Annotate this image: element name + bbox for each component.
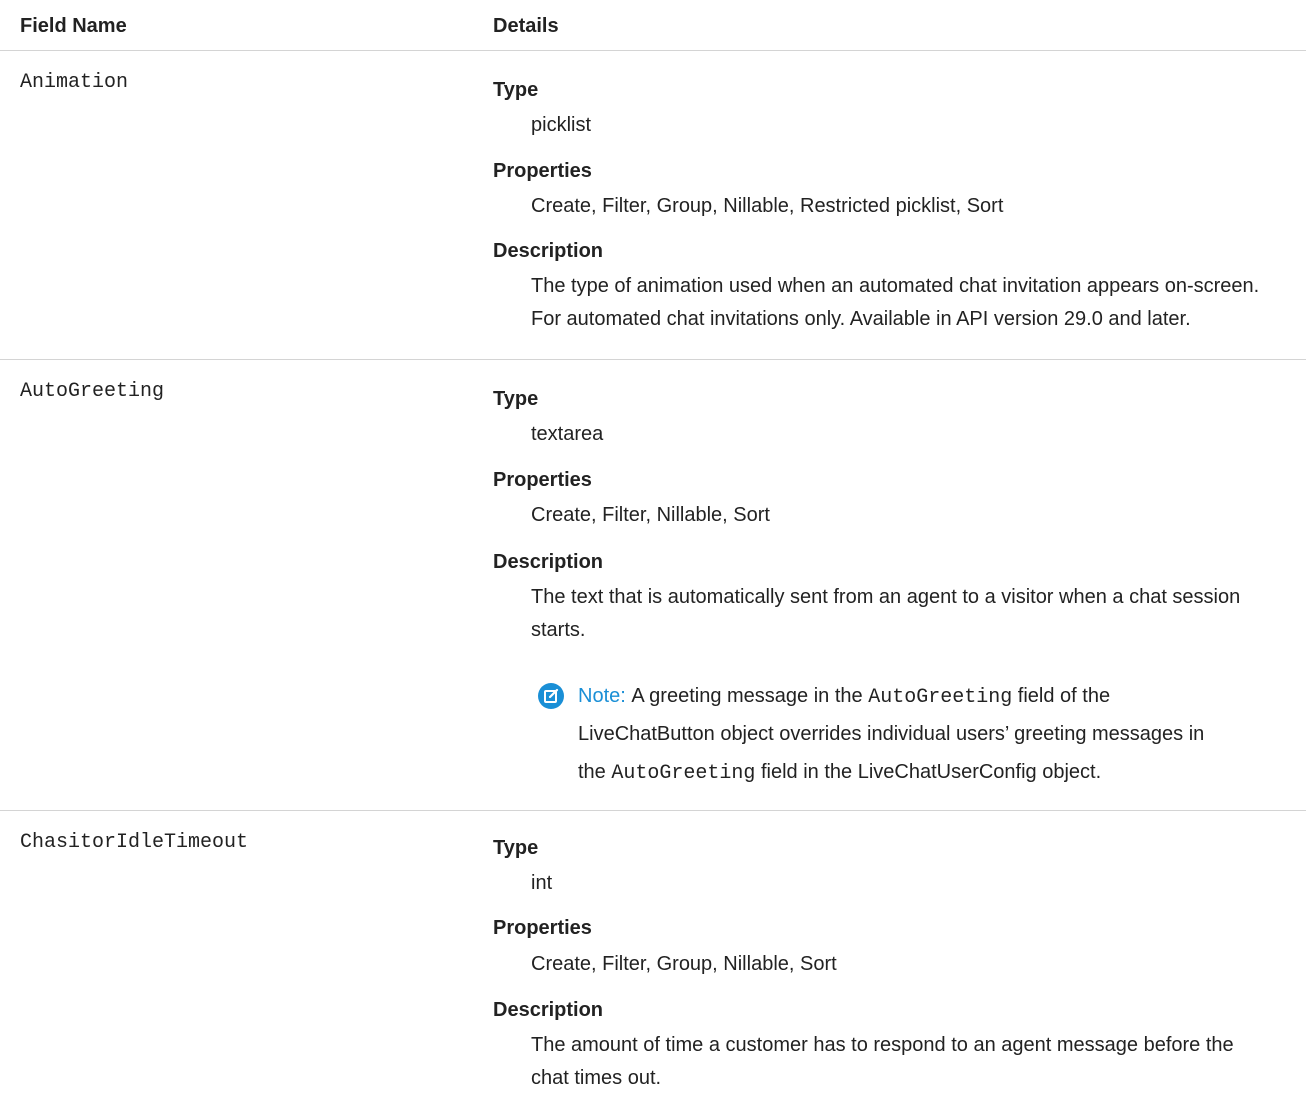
properties-label: Properties [493, 917, 592, 939]
field-name: Animation [20, 71, 129, 94]
type-label: Type [493, 388, 539, 410]
code-autogreeting: AutoGreeting [868, 686, 1013, 709]
properties-label: Properties [493, 469, 592, 491]
type-value: picklist [531, 114, 592, 136]
type-value: int [531, 872, 553, 894]
field-name-header: Field Name [20, 15, 127, 37]
description-line: starts. [531, 619, 586, 641]
description-line: The type of animation used when an autom… [531, 275, 1260, 297]
table-row: Animation Type picklist Properties Creat… [0, 51, 1306, 360]
note-line: the AutoGreeting field in the LiveChatUs… [578, 753, 1101, 793]
note-edit-icon [538, 683, 564, 709]
note-text: the [578, 761, 606, 783]
properties-value: Create, Filter, Nillable, Sort [531, 504, 770, 526]
type-value: textarea [531, 423, 604, 445]
note-text: A greeting message in the [631, 685, 863, 707]
field-table: Field Name Details Animation Type pickli… [0, 0, 1306, 1103]
note-line: LiveChatButton object overrides individu… [578, 723, 1205, 745]
properties-label: Properties [493, 160, 592, 182]
code-autogreeting: AutoGreeting [611, 762, 756, 785]
description-label: Description [493, 240, 604, 262]
description-label: Description [493, 551, 604, 573]
note-line: Note: A greeting message in the AutoGree… [578, 677, 1110, 717]
type-label: Type [493, 79, 539, 101]
note-text: field in the LiveChatUserConfig object. [760, 761, 1102, 783]
description-line: For automated chat invitations only. Ava… [531, 308, 1191, 330]
table-header: Field Name Details [0, 0, 1306, 51]
description-line: chat times out. [531, 1067, 662, 1089]
description-label: Description [493, 999, 604, 1021]
field-name: AutoGreeting [20, 380, 165, 403]
description-line: The amount of time a customer has to res… [531, 1034, 1234, 1056]
details-header: Details [493, 15, 559, 37]
type-label: Type [493, 837, 539, 859]
note-label: Note: [578, 685, 626, 707]
field-name: ChasitorIdleTimeout [20, 831, 249, 854]
properties-value: Create, Filter, Group, Nillable, Sort [531, 953, 837, 975]
description-line: The text that is automatically sent from… [531, 586, 1241, 608]
note-callout: Note: A greeting message in the AutoGree… [538, 677, 1298, 797]
properties-value: Create, Filter, Group, Nillable, Restric… [531, 195, 1004, 217]
table-row: AutoGreeting Type textarea Properties Cr… [0, 360, 1306, 811]
table-row: ChasitorIdleTimeout Type int Properties … [0, 811, 1306, 1103]
note-text: field of the [1017, 685, 1111, 707]
